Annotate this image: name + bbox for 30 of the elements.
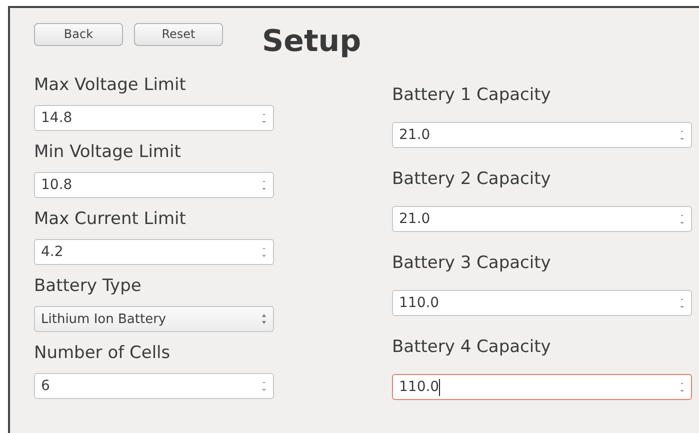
spin-arrows-icon[interactable] bbox=[261, 245, 267, 259]
spin-arrows-icon[interactable] bbox=[261, 379, 267, 393]
field-label: Battery 1 Capacity bbox=[392, 84, 552, 106]
spin-arrows-icon[interactable] bbox=[679, 212, 685, 226]
field-label: Battery 4 Capacity bbox=[392, 336, 552, 358]
spin-box[interactable]: 21.0 bbox=[392, 206, 692, 232]
toolbar-button[interactable]: Back bbox=[34, 22, 123, 46]
field-label: Battery 2 Capacity bbox=[392, 168, 552, 190]
toolbar-button[interactable]: Reset bbox=[134, 22, 223, 46]
spin-arrows-icon[interactable] bbox=[679, 380, 685, 394]
page-title: Setup bbox=[262, 24, 362, 58]
spin-box[interactable]: 110.0 bbox=[392, 374, 692, 400]
field-label: Battery Type bbox=[34, 275, 142, 297]
field-label: Max Current Limit bbox=[34, 208, 187, 230]
spin-arrows-icon[interactable] bbox=[679, 128, 685, 142]
spin-box[interactable]: 21.0 bbox=[392, 122, 692, 148]
field-label: Number of Cells bbox=[34, 342, 172, 364]
spin-box[interactable]: 14.8 bbox=[34, 105, 274, 131]
dropdown[interactable]: Lithium Ion Battery bbox=[34, 306, 274, 332]
spin-arrows-icon[interactable] bbox=[679, 296, 685, 310]
field-label: Max Voltage Limit bbox=[34, 74, 187, 96]
spin-box[interactable]: 6 bbox=[34, 373, 274, 399]
spin-box[interactable]: 110.0 bbox=[392, 290, 692, 316]
spin-box[interactable]: 10.8 bbox=[34, 172, 274, 198]
spin-arrows-icon[interactable] bbox=[261, 111, 267, 125]
spin-arrows-icon[interactable] bbox=[261, 178, 267, 192]
dropdown-arrows-icon bbox=[261, 313, 267, 325]
field-label: Battery 3 Capacity bbox=[392, 252, 552, 274]
spin-box[interactable]: 4.2 bbox=[34, 239, 274, 265]
field-label: Min Voltage Limit bbox=[34, 141, 182, 163]
